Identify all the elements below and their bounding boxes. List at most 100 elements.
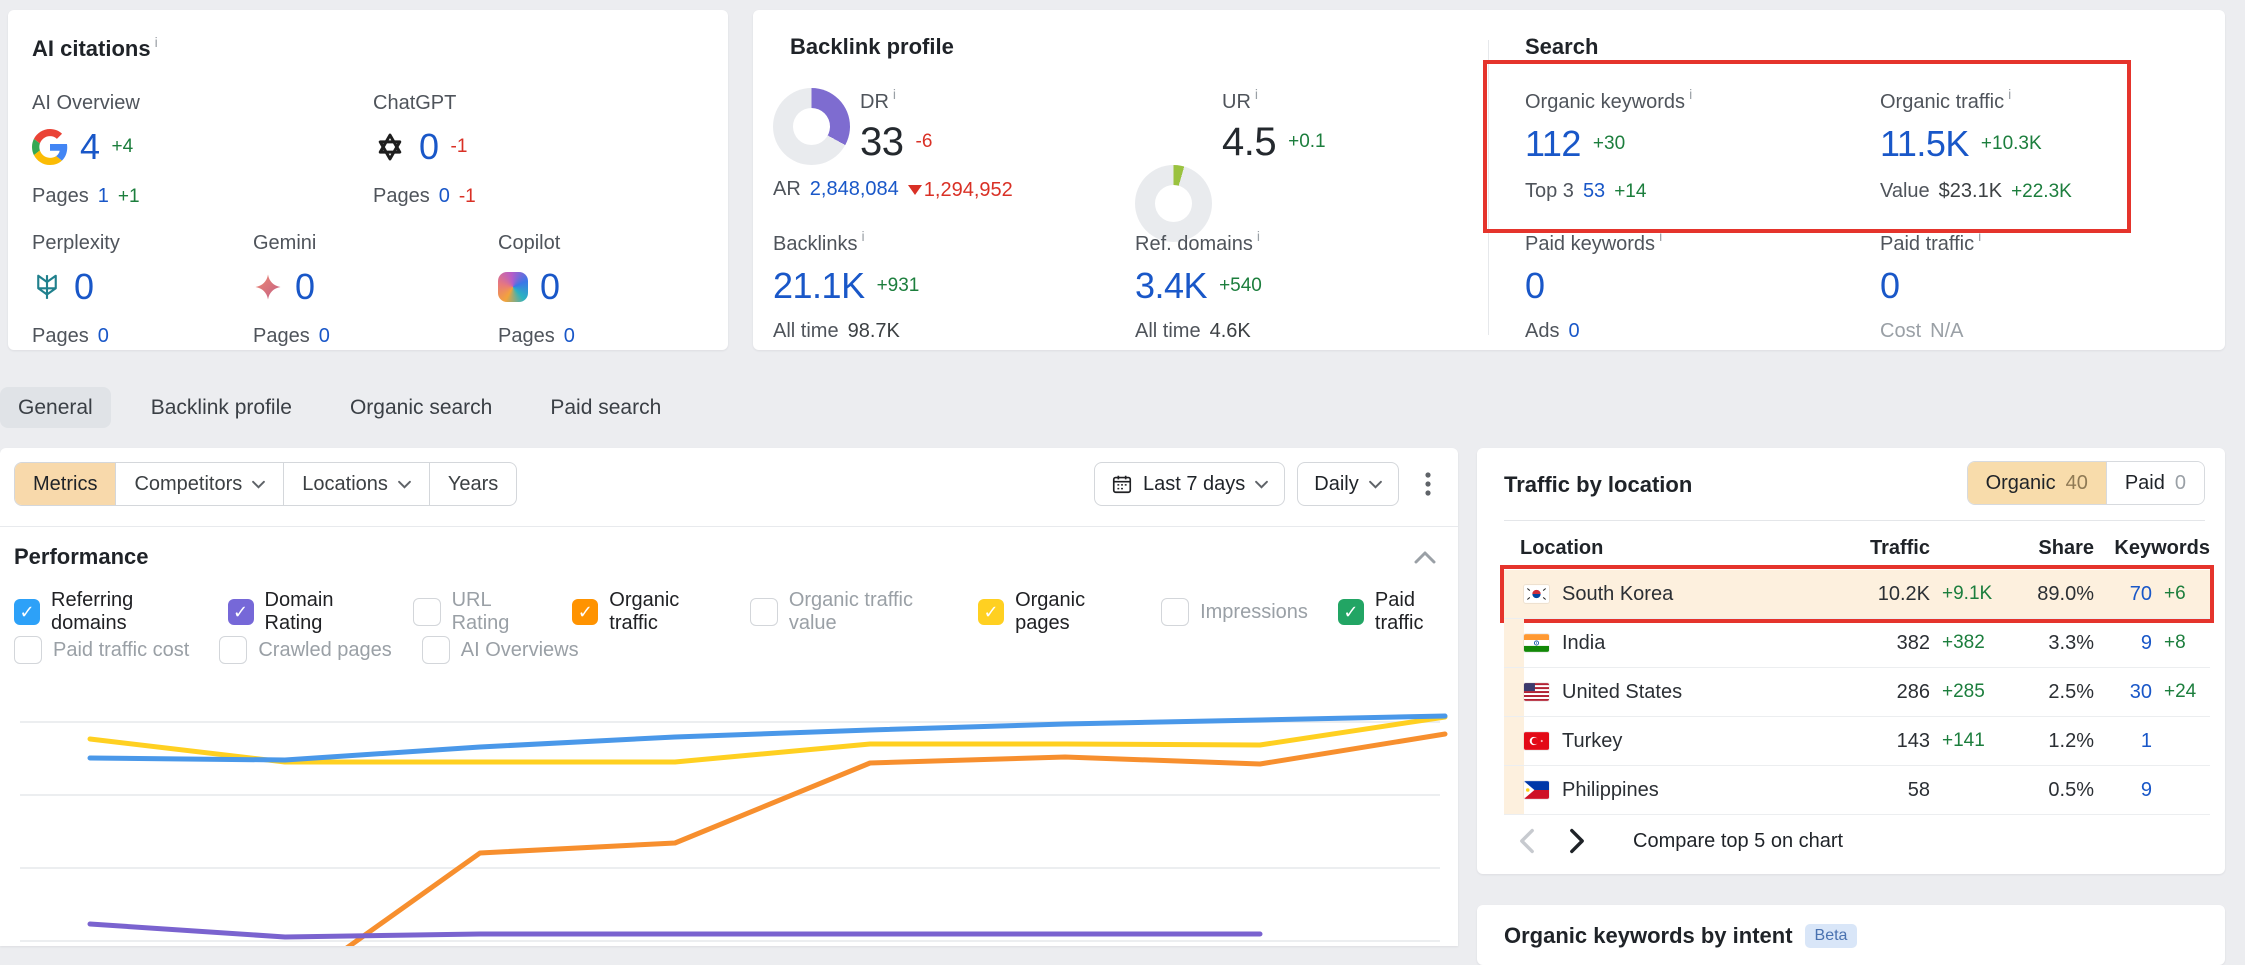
performance-title: Performance	[14, 544, 149, 570]
info-icon[interactable]	[1255, 86, 1258, 102]
keywords-value[interactable]: 1	[2094, 730, 2152, 753]
organic-keywords-label: Organic keywords	[1525, 91, 1685, 113]
value-delta: +22.3K	[2011, 181, 2072, 203]
toggle-organic[interactable]: Organic 40	[1968, 462, 2106, 504]
info-icon[interactable]	[1689, 86, 1692, 102]
share-value: 0.5%	[2002, 779, 2094, 802]
prev-page-chevron-icon[interactable]	[1519, 828, 1535, 854]
date-range-button[interactable]: Last 7 days	[1094, 462, 1285, 506]
collapse-chevron-icon[interactable]	[1410, 544, 1440, 570]
checkbox-crawled-pages[interactable]: Crawled pages	[219, 636, 391, 664]
granularity-button[interactable]: Daily	[1297, 462, 1398, 506]
perplexity-value[interactable]: 0	[74, 269, 94, 305]
tab-backlink-profile[interactable]: Backlink profile	[133, 387, 310, 428]
checkbox-organic-traffic[interactable]: Organic traffic	[572, 589, 720, 635]
segment-metrics[interactable]: Metrics	[15, 463, 115, 505]
copilot-value[interactable]: 0	[540, 269, 560, 305]
column-share[interactable]: Share	[2002, 537, 2094, 560]
location-name[interactable]: India	[1562, 632, 1838, 655]
organic-traffic-delta: +10.3K	[1981, 133, 2042, 155]
info-icon[interactable]	[2008, 86, 2011, 102]
info-icon[interactable]	[1978, 228, 1981, 244]
tab-organic-search[interactable]: Organic search	[332, 387, 510, 428]
backlinks-value[interactable]: 21.1K	[773, 268, 865, 304]
info-icon[interactable]	[155, 34, 158, 50]
pages-value[interactable]: 0	[98, 325, 109, 348]
segment-years[interactable]: Years	[429, 463, 516, 505]
dr-label: DR	[860, 91, 889, 113]
organic-keywords-value[interactable]: 112	[1525, 126, 1581, 162]
triangle-down-icon	[908, 185, 922, 195]
top3-value[interactable]: 53	[1583, 180, 1605, 203]
ref-domains-value[interactable]: 3.4K	[1135, 268, 1207, 304]
ai-overview-value[interactable]: 4	[80, 129, 100, 165]
traffic-delta: +9.1K	[1930, 583, 2002, 605]
chatgpt-value[interactable]: 0	[419, 129, 439, 165]
share-value: 1.2%	[2002, 730, 2094, 753]
table-row-turkey[interactable]: Turkey 143 +141 1.2% 1	[1504, 717, 2210, 766]
table-row-philippines[interactable]: Philippines 58 0.5% 9	[1504, 766, 2210, 815]
gemini-value[interactable]: 0	[295, 269, 315, 305]
paid-keywords-value[interactable]: 0	[1525, 268, 1545, 304]
location-name[interactable]: South Korea	[1562, 583, 1838, 606]
pages-value[interactable]: 0	[319, 325, 330, 348]
segment-locations[interactable]: Locations	[283, 463, 429, 505]
ur-delta: +0.1	[1288, 131, 1326, 153]
ar-value[interactable]: 2,848,084	[810, 178, 899, 201]
checkbox-icon	[1161, 598, 1189, 626]
ads-value[interactable]: 0	[1568, 320, 1579, 343]
info-icon[interactable]	[1659, 228, 1662, 244]
more-options-kebab-icon[interactable]	[1411, 463, 1445, 505]
info-icon[interactable]	[893, 86, 896, 102]
organic-traffic-value[interactable]: 11.5K	[1880, 126, 1969, 162]
date-range-label: Last 7 days	[1143, 473, 1245, 496]
keywords-value[interactable]: 30	[2094, 681, 2152, 704]
checkbox-referring-domains[interactable]: Referring domains	[14, 589, 198, 635]
checkbox-organic-traffic-value[interactable]: Organic traffic value	[750, 589, 948, 635]
column-keywords[interactable]: Keywords	[2094, 537, 2210, 560]
traffic-value: 10.2K	[1838, 583, 1930, 606]
checkbox-ai-overviews[interactable]: AI Overviews	[422, 636, 579, 664]
column-traffic[interactable]: Traffic	[1838, 537, 1930, 560]
segment-competitors[interactable]: Competitors	[115, 463, 283, 505]
table-row-india[interactable]: India 382 +382 3.3% 9 +8	[1504, 619, 2210, 668]
google-logo-icon	[32, 129, 68, 165]
keywords-value[interactable]: 70	[2094, 583, 2152, 606]
checkbox-organic-pages[interactable]: Organic pages	[978, 589, 1131, 635]
location-name[interactable]: Turkey	[1562, 730, 1838, 753]
ai-citations-card: AI citations AI Overview 4 +4 Pages 1 +1…	[8, 10, 728, 350]
series-domain-rating	[90, 924, 1260, 937]
info-icon[interactable]	[861, 228, 864, 244]
gemini-label: Gemini	[253, 232, 453, 255]
keywords-value[interactable]: 9	[2094, 632, 2152, 655]
tab-general[interactable]: General	[0, 387, 111, 428]
tab-paid-search[interactable]: Paid search	[532, 387, 679, 428]
table-row-united-states[interactable]: United States 286 +285 2.5% 30 +24	[1504, 668, 2210, 717]
checkbox-paid-traffic-cost[interactable]: Paid traffic cost	[14, 636, 189, 664]
alltime-label: All time	[1135, 320, 1201, 343]
paid-traffic-value[interactable]: 0	[1880, 268, 1900, 304]
cost-value: N/A	[1930, 320, 1963, 343]
checkbox-icon	[422, 636, 450, 664]
pages-value[interactable]: 0	[564, 325, 575, 348]
pages-value[interactable]: 0	[439, 185, 450, 208]
share-value: 3.3%	[2002, 632, 2094, 655]
checkbox-url-rating[interactable]: URL Rating	[413, 589, 543, 635]
checkbox-impressions[interactable]: Impressions	[1161, 598, 1308, 626]
ref-domains-label: Ref. domains	[1135, 233, 1253, 255]
checkbox-paid-traffic[interactable]: Paid traffic	[1338, 589, 1458, 635]
location-name[interactable]: Philippines	[1562, 779, 1838, 802]
dr-delta: -6	[916, 131, 933, 153]
info-icon[interactable]	[1257, 228, 1260, 244]
filter-segmented-control: Metrics Competitors Locations Years	[14, 462, 517, 506]
compare-top5-link[interactable]: Compare top 5 on chart	[1633, 830, 1843, 853]
keywords-value[interactable]: 9	[2094, 779, 2152, 802]
location-name[interactable]: United States	[1562, 681, 1838, 704]
pages-value[interactable]: 1	[98, 185, 109, 208]
column-location[interactable]: Location	[1520, 537, 1838, 560]
chevron-down-icon	[252, 480, 265, 489]
toggle-paid[interactable]: Paid 0	[2106, 462, 2204, 504]
next-page-chevron-icon[interactable]	[1569, 828, 1585, 854]
table-row-south-korea[interactable]: South Korea 10.2K +9.1K 89.0% 70 +6	[1504, 570, 2210, 619]
checkbox-domain-rating[interactable]: Domain Rating	[228, 589, 383, 635]
